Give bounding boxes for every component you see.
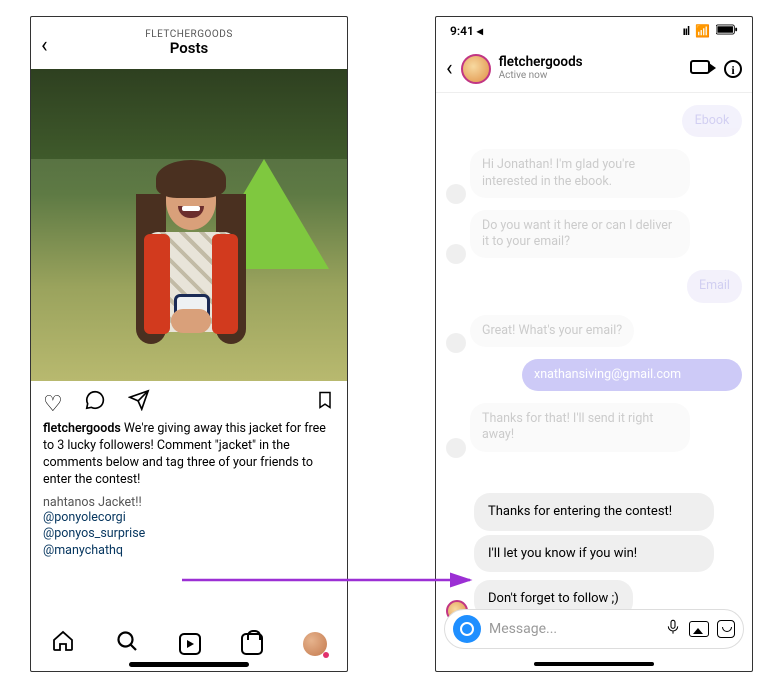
post-phone: ‹ FLETCHERGOODS Posts ♡ [30,16,348,672]
bookmark-icon[interactable] [315,389,335,417]
dm-phone: 9:41 ◂ ııl 📶 ‹ fletchergoods Active now … [435,16,753,672]
post-header: ‹ FLETCHERGOODS Posts [31,17,347,69]
search-icon[interactable] [115,629,139,659]
shop-icon[interactable] [241,633,263,655]
post-image[interactable] [31,69,347,381]
post-caption: fletchergoods We're giving away this jac… [31,421,347,489]
dm-presence: Active now [499,70,583,81]
video-call-icon[interactable] [690,60,710,74]
info-icon[interactable]: i [724,60,742,78]
dm-bubble: Hi Jonathan! I'm glad you're interested … [470,149,690,198]
dm-username[interactable]: fletchergoods [499,56,583,70]
mic-icon[interactable] [665,617,681,641]
dm-bubble: Great! What's your email? [470,315,634,347]
dm-avatar[interactable] [461,54,491,84]
quick-reply-tag: Ebook [682,105,742,137]
home-indicator [129,662,249,667]
quick-reply-tag: Email [687,270,742,302]
dm-history-faded: Ebook Hi Jonathan! I'm glad you're inter… [446,99,742,489]
like-icon[interactable]: ♡ [43,392,63,417]
mention[interactable]: @ponyolecorgi [43,510,335,527]
camera-icon[interactable] [453,615,481,643]
mention[interactable]: @ponyos_surprise [43,526,335,543]
post-action-bar: ♡ [31,381,347,421]
back-icon[interactable]: ‹ [41,33,48,58]
caption-username[interactable]: fletchergoods [43,421,121,436]
post-comment: nahtanos Jacket!! @ponyolecorgi @ponyos_… [31,489,347,561]
sticker-icon[interactable] [717,620,735,638]
share-icon[interactable] [128,389,150,417]
image-icon[interactable] [689,621,709,637]
home-icon[interactable] [51,629,75,659]
mention[interactable]: @manychathq [43,543,335,560]
post-header-title: Posts [145,40,233,57]
dm-bubble: I'll let you know if you win! [474,535,714,573]
dm-bubble: xnathansiving@gmail.com [522,359,742,391]
dm-bubble: Thanks for that! I'll send it right away… [470,403,690,452]
comment-icon[interactable] [84,389,106,417]
profile-avatar-icon[interactable] [303,632,327,656]
status-icons: ııl 📶 [683,24,738,38]
home-indicator [534,662,654,666]
dm-bubble: Thanks for entering the contest! [474,493,714,531]
comment-text: Jacket!! [98,495,142,510]
reels-icon[interactable] [179,633,201,655]
status-bar: 9:41 ◂ ııl 📶 [436,17,752,45]
commenter-name[interactable]: nahtanos [43,495,95,510]
dm-thread[interactable]: Ebook Hi Jonathan! I'm glad you're inter… [436,93,752,622]
status-time: 9:41 ◂ [450,24,483,38]
dm-header: ‹ fletchergoods Active now i [436,45,752,93]
message-input[interactable]: Message... [489,621,657,637]
dm-bubble: Do you want it here or can I deliver it … [470,210,690,259]
message-input-bar: Message... [444,609,744,649]
back-icon[interactable]: ‹ [446,56,453,81]
